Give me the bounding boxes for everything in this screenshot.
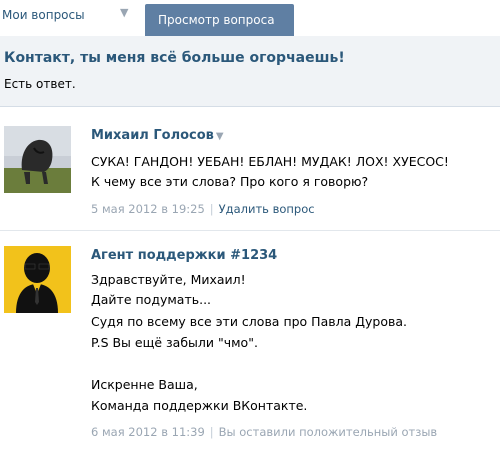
delete-question-link[interactable]: Удалить вопрос (219, 202, 315, 216)
message-author[interactable]: Агент поддержки #1234 (91, 248, 277, 263)
question-title: Контакт, ты меня всё больше огорчаешь! (4, 50, 345, 66)
tab-view-question[interactable]: Просмотр вопроса (145, 4, 294, 36)
tab-my-questions[interactable]: Мои вопросы (2, 8, 85, 22)
message-line: Команда поддержки ВКонтакте. (91, 398, 308, 413)
avatar-photo-icon (4, 126, 71, 193)
support-agent-avatar-icon (4, 246, 71, 313)
message-date[interactable]: 6 мая 2012 в 11:39 (91, 425, 205, 439)
message-author[interactable]: Михаил Голосов ▼ (91, 128, 224, 143)
message-date[interactable]: 5 мая 2012 в 19:25 (91, 202, 205, 216)
message-line: Здравствуйте, Михаил! (91, 272, 246, 287)
dropdown-arrow-icon[interactable]: ▼ (216, 131, 224, 142)
avatar[interactable] (4, 126, 71, 193)
message-line: СУКА! ГАНДОН! УЕБАН! ЕБЛАН! МУДАК! ЛОХ! … (91, 154, 449, 169)
message-divider (0, 230, 500, 231)
chevron-down-icon[interactable]: ▼ (120, 6, 128, 19)
message-meta: 5 мая 2012 в 19:25 | Удалить вопрос (91, 202, 315, 216)
message-line: К чему все эти слова? Про кого я говорю? (91, 174, 369, 189)
question-header: Контакт, ты меня всё больше огорчаешь! Е… (0, 36, 500, 107)
meta-separator: | (209, 425, 214, 439)
tab-bar: Мои вопросы ▼ Просмотр вопроса (0, 0, 500, 37)
message-meta: 6 мая 2012 в 11:39 | Вы оставили положител… (91, 425, 437, 439)
message-line: Искренне Ваша, (91, 377, 198, 392)
question-status: Есть ответ. (4, 77, 76, 91)
avatar[interactable] (4, 246, 71, 313)
message-line: Дайте подумать... (91, 292, 212, 307)
message-line: P.S Вы ещё забыли "чмо". (91, 335, 258, 350)
message-line: Судя по всему все эти слова про Павла Ду… (91, 314, 407, 329)
feedback-status: Вы оставили положительный отзыв (218, 425, 438, 439)
meta-separator: | (209, 202, 214, 216)
